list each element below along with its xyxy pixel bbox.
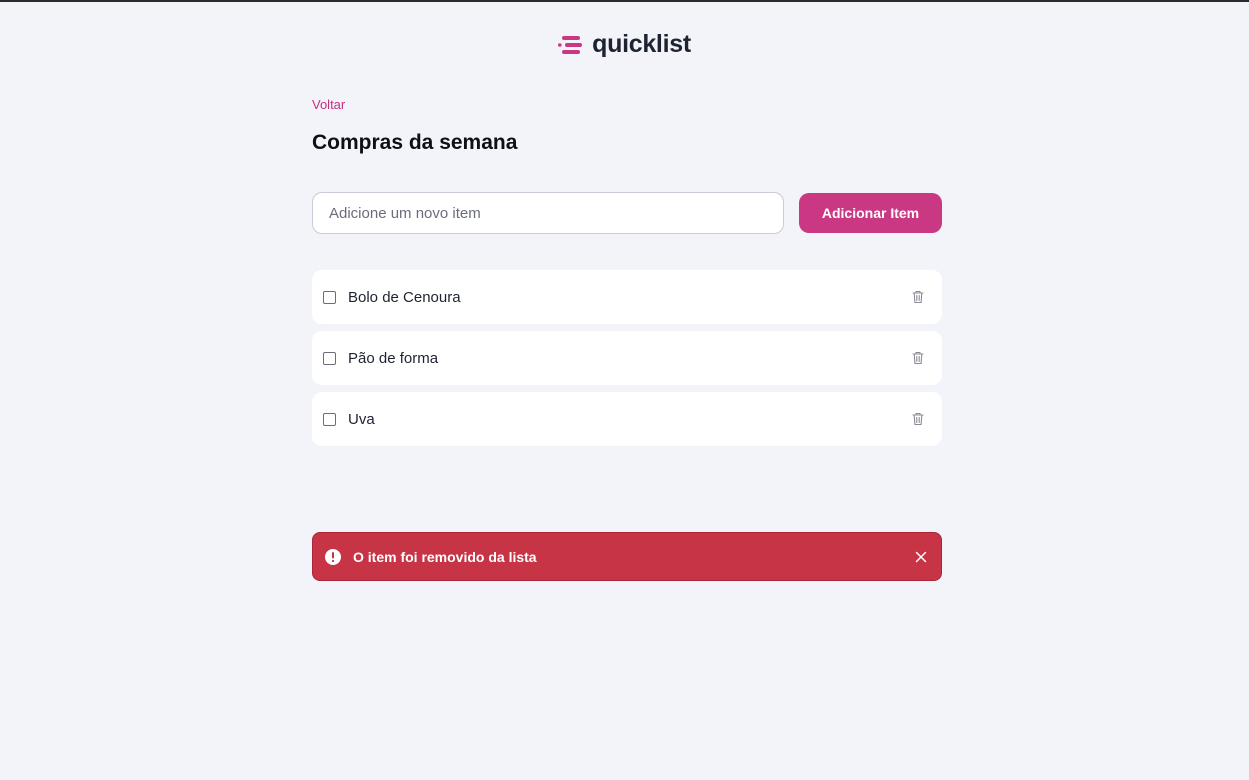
removal-toast: O item foi removido da lista (312, 532, 942, 581)
quicklist-logo-icon (558, 35, 583, 54)
list-item: Pão de forma (312, 331, 942, 385)
item-list: Bolo de Cenoura Pão de forma Uva (312, 270, 942, 446)
logo-text: quicklist (592, 30, 691, 58)
list-item: Bolo de Cenoura (312, 270, 942, 324)
item-name: Pão de forma (348, 349, 439, 367)
app-header: quicklist (0, 30, 1249, 59)
trash-icon[interactable] (910, 350, 926, 366)
trash-icon[interactable] (910, 289, 926, 305)
new-item-input[interactable] (312, 192, 784, 234)
item-checkbox[interactable] (323, 412, 336, 426)
trash-icon[interactable] (910, 411, 926, 427)
item-checkbox[interactable] (323, 351, 336, 365)
logo: quicklist (558, 30, 691, 59)
add-item-form: Adicionar Item (312, 192, 942, 234)
close-icon[interactable] (913, 549, 929, 565)
main-content: Voltar Compras da semana Adicionar Item … (312, 96, 942, 446)
item-checkbox[interactable] (323, 290, 336, 304)
back-link[interactable]: Voltar (312, 97, 345, 113)
alert-circle-icon (325, 548, 341, 565)
item-name: Bolo de Cenoura (348, 288, 461, 306)
list-item: Uva (312, 392, 942, 446)
toast-message: O item foi removido da lista (353, 548, 537, 565)
add-item-button[interactable]: Adicionar Item (799, 193, 942, 233)
page-title: Compras da semana (312, 131, 518, 154)
item-name: Uva (348, 410, 375, 428)
